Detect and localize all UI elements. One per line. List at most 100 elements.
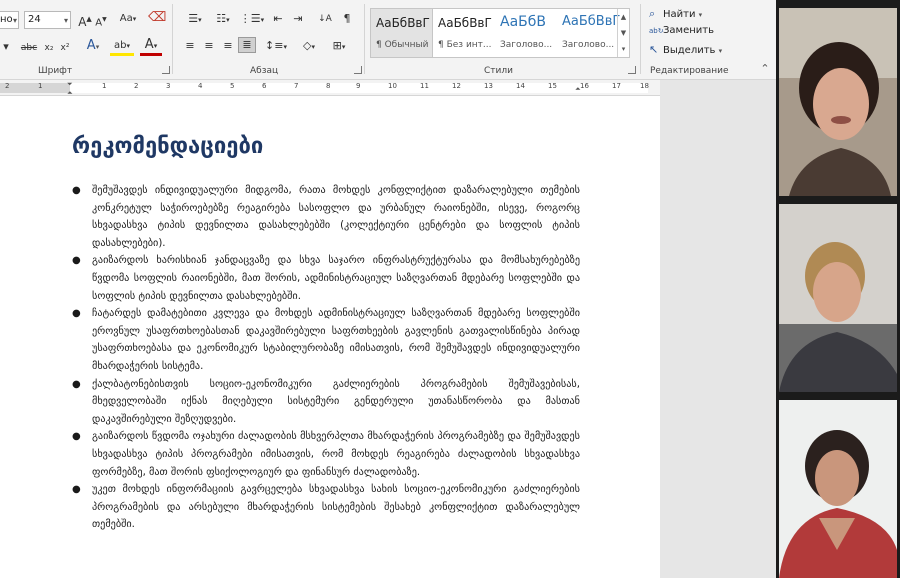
ruler-number: 17 bbox=[612, 82, 621, 90]
style-heading-1[interactable]: АаБбВ Заголово... bbox=[495, 9, 556, 57]
ribbon: но ▾ 24 ▾ A▲ A▼ Aa▾ ⌫ ▾ abc x₂ x² A▾ ab▾ A… bbox=[0, 0, 776, 80]
ruler-number: 2 bbox=[5, 82, 10, 90]
list-item: ● გაიზარდოს ხარისხიან ჯანდაცვაზე და სხვა … bbox=[70, 252, 580, 305]
participant-avatar bbox=[779, 8, 897, 196]
decrease-indent-icon[interactable]: ⇤ bbox=[270, 12, 286, 26]
font-size-dropdown[interactable]: 24 ▾ bbox=[24, 11, 71, 29]
list-item: ● ქალბატონებისთვის სოციო-ეკონომიკური გაძლ… bbox=[70, 376, 580, 429]
list-item: ● ჩატარდეს დამატებითი კვლევა და მოხდეს ად… bbox=[70, 305, 580, 375]
replace-icon: ab↻ bbox=[649, 27, 664, 35]
ruler-number: 13 bbox=[484, 82, 493, 90]
multilevel-list-icon[interactable]: ⋮☰▾ bbox=[238, 12, 266, 27]
participant-avatar bbox=[779, 204, 897, 392]
recommendations-list: ● შემუშავდეს ინდივიდუალური მიდგომა, რათა … bbox=[70, 182, 580, 534]
shrink-font-icon[interactable]: A▼ bbox=[94, 13, 108, 30]
chevron-up-icon[interactable]: ▲ bbox=[618, 9, 629, 25]
list-item: ● გაიზარდოს წვდომა ოჯახური ძალადობის მსხვ… bbox=[70, 428, 580, 481]
superscript-button[interactable]: x² bbox=[58, 41, 72, 55]
bullet-icon: ● bbox=[72, 185, 81, 196]
bullet-icon: ● bbox=[72, 431, 81, 443]
align-left-icon[interactable]: ≡ bbox=[182, 39, 198, 53]
numbered-list-icon[interactable]: ☷▾ bbox=[210, 12, 236, 27]
participant-video-tile[interactable] bbox=[779, 204, 897, 392]
styles-group-label: Стили bbox=[484, 66, 513, 76]
strikethrough-button[interactable]: abc bbox=[18, 41, 40, 55]
ruler-number: 1 bbox=[38, 82, 43, 90]
increase-indent-icon[interactable]: ⇥ bbox=[290, 12, 306, 26]
font-name-dropdown[interactable]: но ▾ bbox=[0, 11, 19, 29]
line-spacing-icon[interactable]: ↕≡▾ bbox=[263, 39, 289, 54]
ruler-number: 6 bbox=[262, 82, 267, 90]
bullets-list-icon[interactable]: ☰▾ bbox=[182, 12, 208, 27]
style-no-spacing[interactable]: АаБбВвГ ¶ Без инт... bbox=[433, 9, 494, 57]
ruler-number: 2 bbox=[134, 82, 139, 90]
justify-icon[interactable]: ≣ bbox=[238, 37, 256, 53]
grow-font-icon[interactable]: A▲ bbox=[78, 12, 92, 29]
align-center-icon[interactable]: ≡ bbox=[201, 39, 217, 53]
ruler-number: 3 bbox=[166, 82, 171, 90]
paragraph-group-label: Абзац bbox=[250, 66, 279, 76]
ruler-number: 12 bbox=[452, 82, 461, 90]
font-color-button[interactable]: A▾ bbox=[140, 38, 162, 56]
select-button[interactable]: ↖ Выделить ▾ bbox=[649, 43, 722, 56]
bullet-icon: ● bbox=[72, 378, 81, 390]
video-participants-panel bbox=[776, 0, 900, 578]
collapse-ribbon-icon[interactable]: ⌃ bbox=[758, 62, 772, 76]
font-group-label: Шрифт bbox=[38, 66, 73, 76]
ruler-number: 5 bbox=[230, 82, 235, 90]
ruler-number: 4 bbox=[198, 82, 203, 90]
change-case-button[interactable]: Aa▾ bbox=[116, 12, 140, 26]
bullet-icon: ● bbox=[72, 255, 81, 267]
sort-icon[interactable]: ↓A bbox=[316, 12, 334, 26]
participant-video-tile[interactable] bbox=[779, 8, 897, 196]
chevron-down-icon: ▾ bbox=[63, 16, 68, 25]
more-styles-icon[interactable]: ▾ bbox=[618, 41, 629, 57]
clear-formatting-icon[interactable]: ⌫ bbox=[148, 11, 166, 25]
replace-button[interactable]: ab↻Заменить bbox=[649, 25, 714, 36]
editing-group-label: Редактирование bbox=[650, 66, 729, 76]
document-title: რეკომენდაციები bbox=[72, 134, 264, 159]
font-dialog-launcher-icon[interactable]: launcher bbox=[162, 66, 170, 74]
shading-icon[interactable]: ◇▾ bbox=[296, 39, 322, 54]
ruler-number: 7 bbox=[294, 82, 299, 90]
ruler-number: 15 bbox=[548, 82, 557, 90]
ruler-number: 8 bbox=[326, 82, 331, 90]
chevron-down-icon: ▾ bbox=[12, 16, 17, 25]
underline-dropdown-icon[interactable]: ▾ bbox=[0, 40, 12, 54]
participant-avatar bbox=[779, 400, 897, 578]
find-button[interactable]: ⌕ Найти ▾ bbox=[649, 7, 702, 21]
participant-video-tile[interactable] bbox=[779, 400, 897, 578]
chevron-down-icon[interactable]: ▼ bbox=[618, 25, 629, 41]
ruler-margin bbox=[0, 83, 70, 93]
ruler-number: 14 bbox=[516, 82, 525, 90]
bullet-icon: ● bbox=[72, 484, 81, 496]
left-indent-marker[interactable]: ⏷ ⏶ bbox=[67, 80, 74, 97]
show-formatting-button[interactable]: ¶ bbox=[340, 12, 354, 26]
style-normal[interactable]: АаБбВвГ ¶ Обычный bbox=[370, 8, 433, 58]
subscript-button[interactable]: x₂ bbox=[42, 41, 56, 55]
cursor-icon: ↖ bbox=[649, 43, 659, 56]
document-background bbox=[660, 80, 776, 578]
highlight-color-button[interactable]: ab▾ bbox=[110, 39, 134, 56]
style-heading-2[interactable]: АаБбВвГ Заголово... bbox=[557, 9, 620, 57]
group-divider bbox=[364, 4, 365, 74]
group-divider bbox=[640, 4, 641, 74]
list-item: ● უკეთ მოხდეს ინფორმაციის გავრცელება სხვა… bbox=[70, 481, 580, 534]
document-page[interactable]: რეკომენდაციები ● შემუშავდეს ინდივიდუალური… bbox=[0, 96, 660, 578]
styles-gallery-scroll[interactable]: ▲ ▼ ▾ bbox=[617, 9, 629, 57]
list-item: ● შემუშავდეს ინდივიდუალური მიდგომა, რათა … bbox=[70, 182, 580, 252]
styles-gallery: АаБбВвГ ¶ Обычный АаБбВвГ ¶ Без инт... А… bbox=[370, 8, 630, 58]
ruler-number: 10 bbox=[388, 82, 397, 90]
horizontal-ruler[interactable]: 2 1 1 2 3 4 5 6 7 8 9 10 11 12 13 14 15 … bbox=[0, 80, 660, 97]
paragraph-dialog-launcher-icon[interactable]: launcher bbox=[354, 66, 362, 74]
align-right-icon[interactable]: ≡ bbox=[220, 39, 236, 53]
search-icon: ⌕ bbox=[649, 7, 656, 20]
ruler-number: 18 bbox=[640, 82, 649, 90]
ruler-number: 1 bbox=[102, 82, 107, 90]
bullet-icon: ● bbox=[72, 308, 81, 320]
styles-dialog-launcher-icon[interactable]: launcher bbox=[628, 66, 636, 74]
ruler-number: 11 bbox=[420, 82, 429, 90]
ruler-number: 9 bbox=[356, 82, 361, 90]
borders-icon[interactable]: ⊞▾ bbox=[326, 39, 352, 54]
text-effects-button[interactable]: A▾ bbox=[84, 39, 102, 54]
